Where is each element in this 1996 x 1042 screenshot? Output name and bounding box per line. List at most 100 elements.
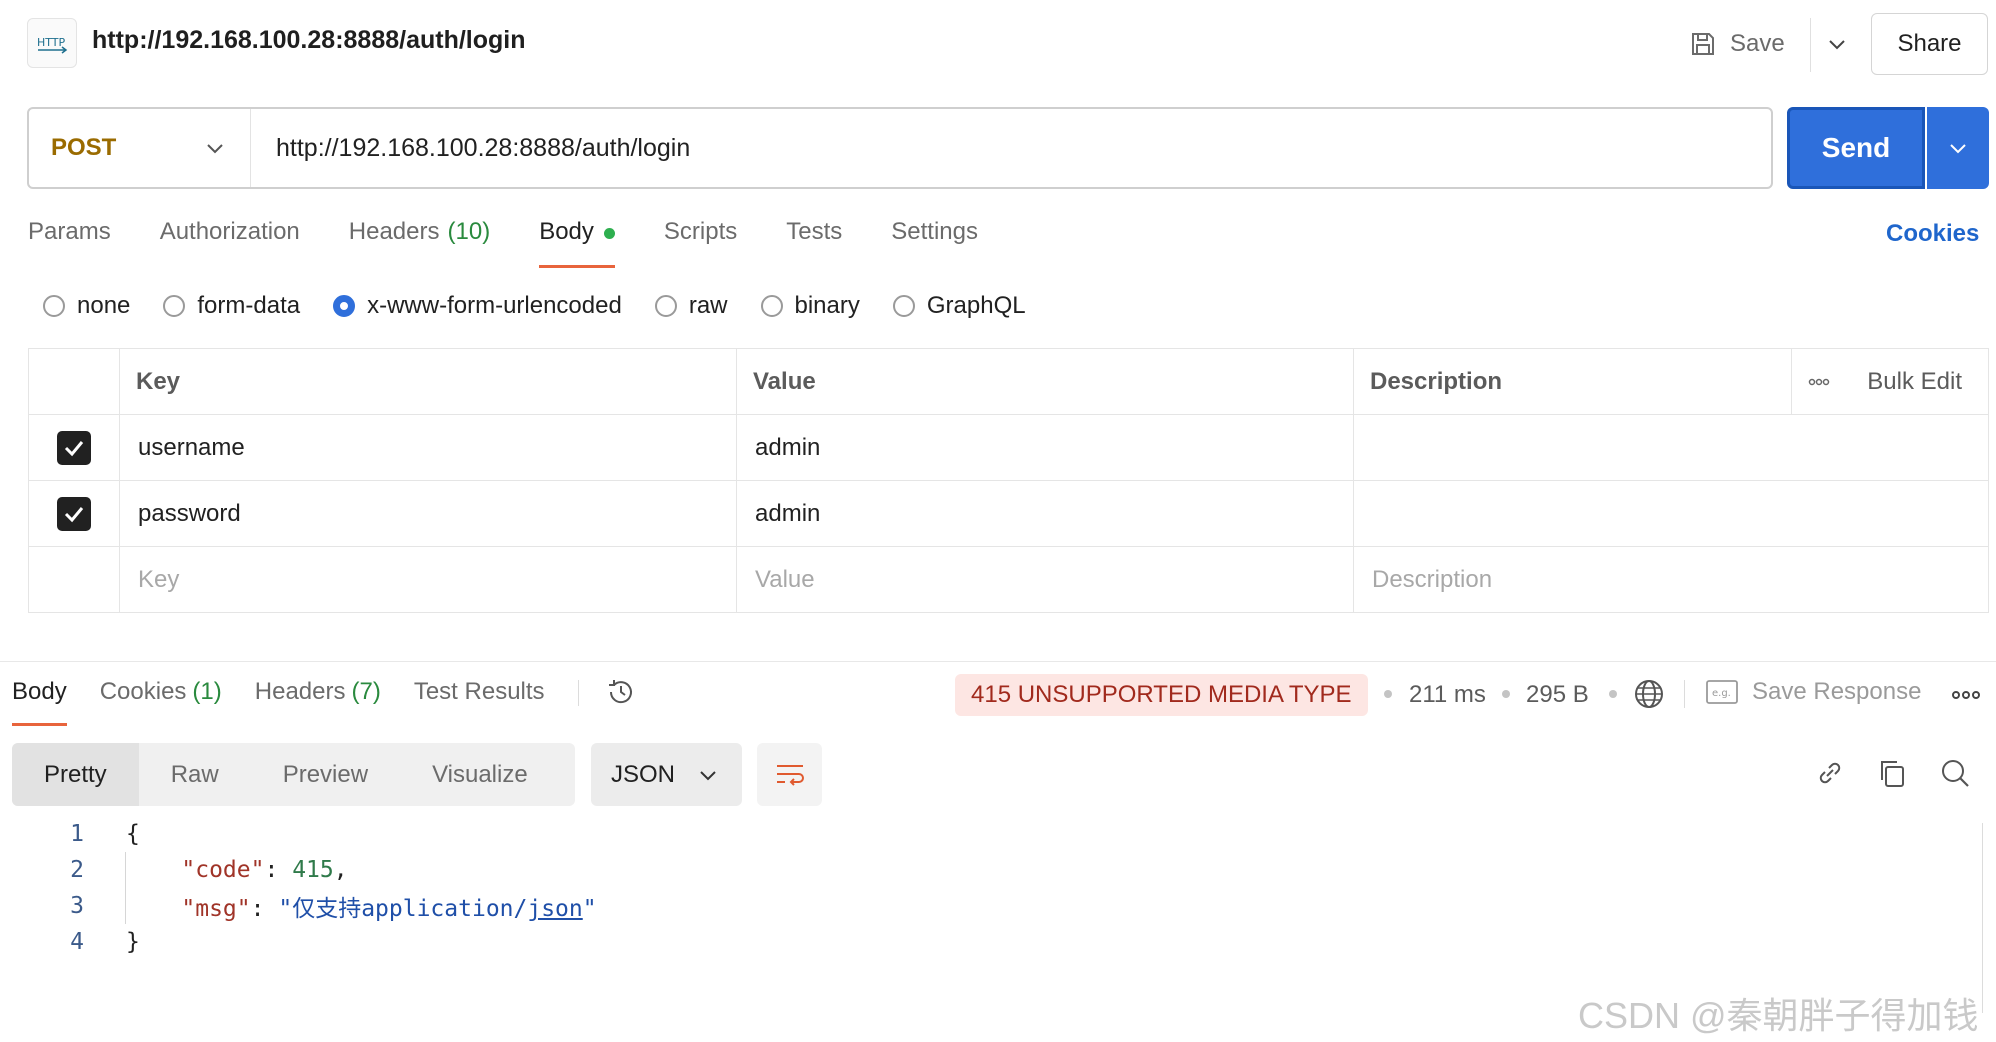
param-key-cell[interactable]: username <box>119 414 737 481</box>
line-number: 2 <box>70 857 84 883</box>
tabs-divider <box>577 680 579 706</box>
format-tab-visualize[interactable]: Visualize <box>400 743 560 806</box>
save-response-button[interactable]: e.g. Save Response <box>1706 678 1921 706</box>
param-value-cell[interactable]: admin <box>736 480 1354 547</box>
globe-icon[interactable] <box>1633 678 1665 710</box>
body-modified-indicator <box>603 228 615 239</box>
code-text: "msg": "仅支持application/json" <box>181 896 597 922</box>
bulk-edit-button[interactable]: Bulk Edit <box>1867 368 1962 396</box>
response-tab-cookies[interactable]: Cookies (1) <box>100 678 222 728</box>
save-icon <box>1692 33 1714 55</box>
tab-body[interactable]: Body <box>539 218 615 274</box>
code-text: } <box>126 929 140 955</box>
more-options-icon[interactable] <box>1808 378 1830 386</box>
radio-indicator <box>654 295 677 317</box>
row-checkbox[interactable] <box>57 496 91 531</box>
radio-urlencoded[interactable]: x-www-form-urlencoded <box>333 292 622 320</box>
separator-dot <box>1609 690 1617 698</box>
code-line: 4 } <box>0 924 597 960</box>
more-options-icon[interactable] <box>1951 690 1981 700</box>
status-badge[interactable]: 415 UNSUPPORTED MEDIA TYPE <box>955 674 1368 716</box>
language-select[interactable]: JSON <box>591 743 742 806</box>
request-response-divider[interactable] <box>0 661 1996 662</box>
table-row: username admin <box>28 414 1989 481</box>
link-icon[interactable] <box>1814 757 1846 789</box>
line-number: 4 <box>70 929 84 955</box>
param-value-cell[interactable]: admin <box>736 414 1354 481</box>
header-check-cell <box>28 348 120 415</box>
cookies-link[interactable]: Cookies <box>1886 220 1979 248</box>
save-button[interactable]: Save <box>1690 22 1785 66</box>
chevron-down-icon <box>207 144 223 154</box>
wrap-lines-button[interactable] <box>757 743 822 806</box>
http-icon-text: HTTP <box>37 36 66 49</box>
tab-authorization[interactable]: Authorization <box>160 218 300 274</box>
response-body-viewer[interactable]: 1 { 2 "code": 415, 3 "msg": "仅支持applicat… <box>0 816 597 960</box>
share-button[interactable]: Share <box>1871 13 1988 75</box>
radio-none[interactable]: none <box>43 292 130 320</box>
json-link[interactable]: json <box>527 896 582 922</box>
tab-params[interactable]: Params <box>28 218 111 274</box>
history-icon[interactable] <box>605 676 637 708</box>
scrollbar-track[interactable] <box>1982 823 1983 1013</box>
url-bar: POST <box>27 107 1773 189</box>
send-button[interactable]: Send <box>1787 107 1925 189</box>
response-tab-headers[interactable]: Headers (7) <box>255 678 381 728</box>
response-size[interactable]: 295 B <box>1526 681 1589 709</box>
new-key-field[interactable]: Key <box>119 546 737 613</box>
save-options-dropdown[interactable] <box>1812 22 1862 66</box>
format-tab-pretty[interactable]: Pretty <box>12 743 139 806</box>
row-check-cell <box>28 480 120 547</box>
response-time[interactable]: 211 ms <box>1409 681 1486 709</box>
radio-indicator <box>163 295 186 317</box>
table-header-row: Key Value Description Bulk Edit <box>28 348 1989 415</box>
copy-icon[interactable] <box>1876 757 1908 789</box>
checkmark-icon <box>64 440 84 456</box>
code-text: { <box>126 821 140 847</box>
radio-graphql[interactable]: GraphQL <box>892 292 1026 320</box>
http-request-icon: HTTP <box>27 18 77 68</box>
new-value-field[interactable]: Value <box>736 546 1354 613</box>
watermark: CSDN @秦朝胖子得加钱 <box>1578 995 1979 1036</box>
method-label: POST <box>51 134 117 161</box>
param-description-cell[interactable] <box>1353 480 1989 547</box>
tab-headers[interactable]: Headers (10) <box>349 218 490 274</box>
save-divider <box>1810 18 1811 72</box>
param-description-cell[interactable] <box>1353 414 1989 481</box>
bulk-edit-cell: Bulk Edit <box>1791 348 1989 415</box>
table-row-empty: Key Value Description <box>28 546 1989 613</box>
row-check-cell <box>28 414 120 481</box>
radio-form-data[interactable]: form-data <box>163 292 300 320</box>
format-tab-preview[interactable]: Preview <box>251 743 400 806</box>
chevron-down-icon <box>1950 144 1966 154</box>
send-options-dropdown[interactable] <box>1927 107 1989 189</box>
line-number: 3 <box>70 893 84 919</box>
code-text: "code": 415, <box>181 857 348 883</box>
row-checkbox[interactable] <box>57 430 91 465</box>
request-tabs: Params Authorization Headers (10) Body Sc… <box>28 218 1027 274</box>
table-row: password admin <box>28 480 1989 547</box>
new-description-field[interactable]: Description <box>1353 546 1989 613</box>
search-icon[interactable] <box>1939 757 1971 789</box>
tab-settings[interactable]: Settings <box>891 218 978 274</box>
tab-tests[interactable]: Tests <box>786 218 842 274</box>
example-icon: e.g. <box>1706 680 1738 704</box>
radio-indicator-selected <box>333 295 356 317</box>
checkmark-icon <box>64 506 84 522</box>
column-header-description: Description <box>1353 348 1792 415</box>
radio-indicator <box>760 295 783 317</box>
request-title[interactable]: http://192.168.100.28:8888/auth/login <box>92 26 526 55</box>
wrap-lines-icon <box>776 764 804 786</box>
param-key-cell[interactable]: password <box>119 480 737 547</box>
radio-raw[interactable]: raw <box>654 292 728 320</box>
method-select[interactable]: POST <box>29 109 251 187</box>
format-tab-raw[interactable]: Raw <box>139 743 251 806</box>
radio-indicator <box>892 295 915 317</box>
response-tab-body[interactable]: Body <box>12 678 67 728</box>
response-tab-test-results[interactable]: Test Results <box>414 678 545 728</box>
row-check-cell <box>28 546 120 613</box>
column-header-value: Value <box>736 348 1354 415</box>
radio-binary[interactable]: binary <box>760 292 860 320</box>
url-input[interactable] <box>251 109 1771 187</box>
tab-scripts[interactable]: Scripts <box>664 218 737 274</box>
